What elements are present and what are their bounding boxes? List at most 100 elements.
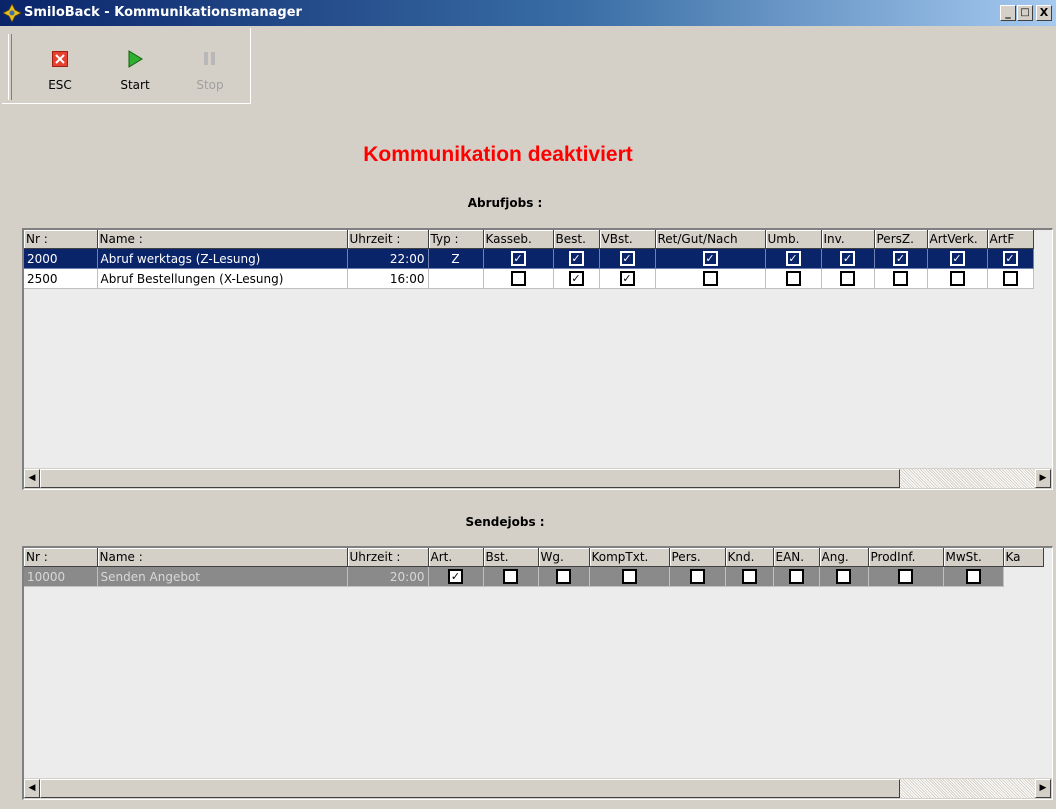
column-header[interactable]: Pers.: [669, 548, 726, 567]
checkbox-checked[interactable]: ✓: [568, 251, 584, 266]
column-header[interactable]: ProdInf.: [868, 548, 944, 567]
checkbox-checked[interactable]: ✓: [1002, 251, 1018, 266]
toolbar-grip[interactable]: [8, 34, 12, 100]
maximize-button[interactable]: □: [1017, 5, 1033, 21]
column-header[interactable]: ArtVerk.: [927, 230, 988, 249]
column-header[interactable]: Best.: [553, 230, 600, 249]
scroll-left-icon[interactable]: ◀: [24, 469, 40, 488]
checkbox-cell: [773, 566, 820, 587]
scroll-right-icon[interactable]: ▶: [1035, 469, 1051, 488]
minimize-button[interactable]: _: [1000, 5, 1016, 21]
checkbox-cell: [538, 566, 590, 587]
checkbox-cell: [483, 268, 554, 289]
scroll-track[interactable]: [900, 779, 1035, 798]
column-header[interactable]: Inv.: [821, 230, 875, 249]
column-header[interactable]: Name :: [97, 230, 348, 249]
checkbox-checked[interactable]: ✓: [785, 251, 801, 266]
sendejobs-horizontal-scrollbar[interactable]: ◀ ▶: [24, 778, 1052, 799]
scroll-right-icon[interactable]: ▶: [1035, 779, 1051, 798]
checkbox-cell: [821, 268, 875, 289]
checkbox-unchecked[interactable]: [788, 569, 804, 584]
column-header[interactable]: VBst.: [599, 230, 656, 249]
checkbox-unchecked[interactable]: [898, 569, 913, 584]
abrufjobs-title: Abrufjobs :: [467, 196, 543, 210]
table-row[interactable]: 2000 Abruf werktags (Z-Lesung) 22:00 Z ✓ ✓ ✓ ✓ ✓…: [24, 248, 1034, 269]
time-cell: 20:00: [347, 566, 429, 587]
column-header[interactable]: Name :: [97, 548, 348, 567]
checkbox-unchecked[interactable]: [702, 271, 718, 286]
checkbox-checked[interactable]: ✓: [702, 251, 718, 266]
column-header[interactable]: Knd.: [725, 548, 774, 567]
typ-cell: Z: [428, 248, 484, 269]
checkbox-checked[interactable]: ✓: [568, 271, 584, 286]
column-header[interactable]: Wg.: [538, 548, 590, 567]
column-header[interactable]: Art.: [428, 548, 484, 567]
esc-label: ESC: [48, 78, 72, 92]
checkbox-checked[interactable]: ✓: [448, 569, 463, 584]
communication-status: Kommunikation deaktiviert: [363, 143, 633, 166]
checkbox-unchecked[interactable]: [556, 569, 571, 584]
column-header[interactable]: Ka: [1003, 548, 1044, 567]
checkbox-unchecked[interactable]: [785, 271, 801, 286]
checkbox-cell: ✓: [987, 248, 1034, 269]
checkbox-unchecked[interactable]: [503, 569, 518, 584]
column-header[interactable]: Ret/Gut/Nach: [655, 230, 766, 249]
checkbox-cell: [669, 566, 726, 587]
typ-cell: [428, 268, 484, 289]
checkbox-cell: ✓: [553, 248, 600, 269]
abrufjobs-horizontal-scrollbar[interactable]: ◀ ▶: [24, 468, 1052, 489]
column-header[interactable]: EAN.: [773, 548, 820, 567]
start-button[interactable]: Start: [110, 50, 160, 98]
checkbox-unchecked[interactable]: [893, 271, 908, 286]
checkbox-cell: [874, 268, 928, 289]
column-header[interactable]: Kasseb.: [483, 230, 554, 249]
checkbox-cell: [655, 268, 766, 289]
checkbox-unchecked[interactable]: [1002, 271, 1018, 286]
time-cell: 22:00: [347, 248, 429, 269]
column-header[interactable]: Uhrzeit :: [347, 230, 429, 249]
checkbox-unchecked[interactable]: [621, 569, 637, 584]
checkbox-checked[interactable]: ✓: [840, 251, 855, 266]
scroll-thumb[interactable]: [40, 779, 900, 798]
column-header[interactable]: ArtF: [987, 230, 1034, 249]
scroll-left-icon[interactable]: ◀: [24, 779, 40, 798]
checkbox-unchecked[interactable]: [836, 569, 851, 584]
nr-cell: 10000: [24, 566, 98, 587]
column-header[interactable]: KompTxt.: [589, 548, 670, 567]
checkbox-unchecked[interactable]: [965, 569, 981, 584]
column-header[interactable]: MwSt.: [943, 548, 1004, 567]
stop-button[interactable]: Stop: [185, 50, 235, 98]
close-button[interactable]: X: [1036, 5, 1052, 21]
esc-button[interactable]: ESC: [35, 50, 85, 98]
column-header[interactable]: Ang.: [819, 548, 869, 567]
checkbox-checked[interactable]: ✓: [619, 271, 635, 286]
checkbox-unchecked[interactable]: [741, 569, 757, 584]
column-header[interactable]: Nr :: [24, 548, 98, 567]
column-header[interactable]: Uhrzeit :: [347, 548, 429, 567]
sendejobs-grid: Nr : Name : Uhrzeit : Art. Bst. Wg. KompTxt. Pe…: [22, 546, 1053, 800]
name-cell: Senden Angebot: [97, 566, 348, 587]
scroll-thumb[interactable]: [40, 469, 900, 488]
column-header[interactable]: Typ :: [428, 230, 484, 249]
column-header[interactable]: Umb.: [765, 230, 822, 249]
checkbox-unchecked[interactable]: [840, 271, 855, 286]
table-row[interactable]: 10000 Senden Angebot 20:00 ✓: [24, 566, 1043, 587]
name-cell: Abruf Bestellungen (X-Lesung): [97, 268, 348, 289]
checkbox-unchecked[interactable]: [510, 271, 526, 286]
checkbox-checked[interactable]: ✓: [619, 251, 635, 266]
window-title: SmiloBack - Kommunikationsmanager: [24, 5, 302, 20]
sendejobs-table: Nr : Name : Uhrzeit : Art. Bst. Wg. KompTxt. Pe…: [24, 548, 1044, 587]
table-row[interactable]: 2500 Abruf Bestellungen (X-Lesung) 16:00 ✓ ✓: [24, 268, 1034, 289]
column-header[interactable]: PersZ.: [874, 230, 928, 249]
scroll-track[interactable]: [900, 469, 1035, 488]
checkbox-checked[interactable]: ✓: [893, 251, 908, 266]
time-cell: 16:00: [347, 268, 429, 289]
checkbox-unchecked[interactable]: [949, 271, 965, 286]
checkbox-cell: ✓: [821, 248, 875, 269]
checkbox-checked[interactable]: ✓: [510, 251, 526, 266]
title-bar: SmiloBack - Kommunikationsmanager _ □ X: [0, 0, 1056, 26]
checkbox-unchecked[interactable]: [689, 569, 705, 584]
checkbox-checked[interactable]: ✓: [949, 251, 965, 266]
column-header[interactable]: Bst.: [483, 548, 539, 567]
column-header[interactable]: Nr :: [24, 230, 98, 249]
